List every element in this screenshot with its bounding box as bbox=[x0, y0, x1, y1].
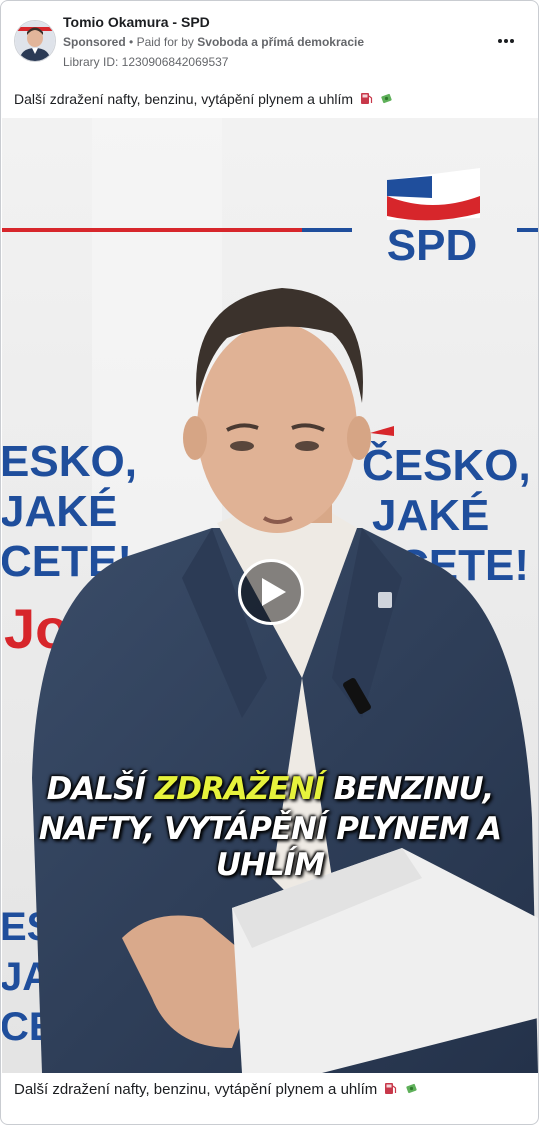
fuel-pump-emoji-icon bbox=[360, 93, 373, 104]
fuel-pump-emoji-icon bbox=[385, 1083, 397, 1094]
svg-text:JAKÉ: JAKÉ bbox=[372, 490, 489, 540]
sponsored-label: Sponsored bbox=[63, 35, 126, 49]
footer-caption-text: Další zdražení nafty, benzinu, vytápění … bbox=[14, 1081, 378, 1098]
video-subtitle-line1: DALŠÍ ZDRAŽENÍ BENZINU, bbox=[2, 771, 538, 807]
svg-text:JAKÉ: JAKÉ bbox=[2, 486, 117, 536]
meta-separator: • bbox=[129, 35, 134, 49]
paid-for-by[interactable]: Svoboda a přímá demokracie bbox=[197, 35, 364, 49]
ad-card: Tomio Okamura - SPD Sponsored • Paid for… bbox=[0, 0, 539, 1125]
svg-text:ESKO,: ESKO, bbox=[2, 437, 137, 486]
subtitle-word: BENZINU, bbox=[333, 771, 495, 807]
subtitle-highlight-word: ZDRAŽENÍ bbox=[154, 771, 325, 807]
video-player[interactable]: SPD ESKO, JAKÉ CETE! Jo ČESKO, JAKÉ CETE… bbox=[2, 118, 538, 1073]
money-with-wings-emoji-icon bbox=[381, 93, 392, 104]
more-options-icon bbox=[498, 39, 514, 43]
spd-logo-text: SPD bbox=[387, 221, 477, 270]
sponsor-line: Sponsored • Paid for by Svoboda a přímá … bbox=[63, 35, 364, 49]
play-icon bbox=[262, 578, 286, 606]
page-name[interactable]: Tomio Okamura - SPD bbox=[63, 14, 210, 30]
ad-caption-text: Další zdražení nafty, benzinu, vytápění … bbox=[14, 91, 354, 107]
more-options-button[interactable] bbox=[492, 31, 520, 51]
library-id: Library ID: 1230906842069537 bbox=[63, 55, 229, 69]
money-with-wings-emoji-icon bbox=[405, 1083, 417, 1094]
ad-header: Tomio Okamura - SPD Sponsored • Paid for… bbox=[1, 1, 538, 81]
subtitle-word: DALŠÍ bbox=[46, 771, 146, 807]
svg-text:ČESKO,: ČESKO, bbox=[362, 439, 531, 490]
ad-caption: Další zdražení nafty, benzinu, vytápění … bbox=[14, 91, 393, 107]
avatar-image bbox=[15, 21, 55, 61]
paid-for-prefix: Paid for by bbox=[136, 35, 194, 49]
footer-caption: Další zdražení nafty, benzinu, vytápění … bbox=[14, 1081, 418, 1098]
play-button[interactable] bbox=[238, 559, 304, 625]
video-subtitle-line2: NAFTY, VYTÁPĚNÍ PLYNEM A UHLÍM bbox=[38, 811, 502, 883]
page-avatar[interactable] bbox=[14, 20, 56, 62]
